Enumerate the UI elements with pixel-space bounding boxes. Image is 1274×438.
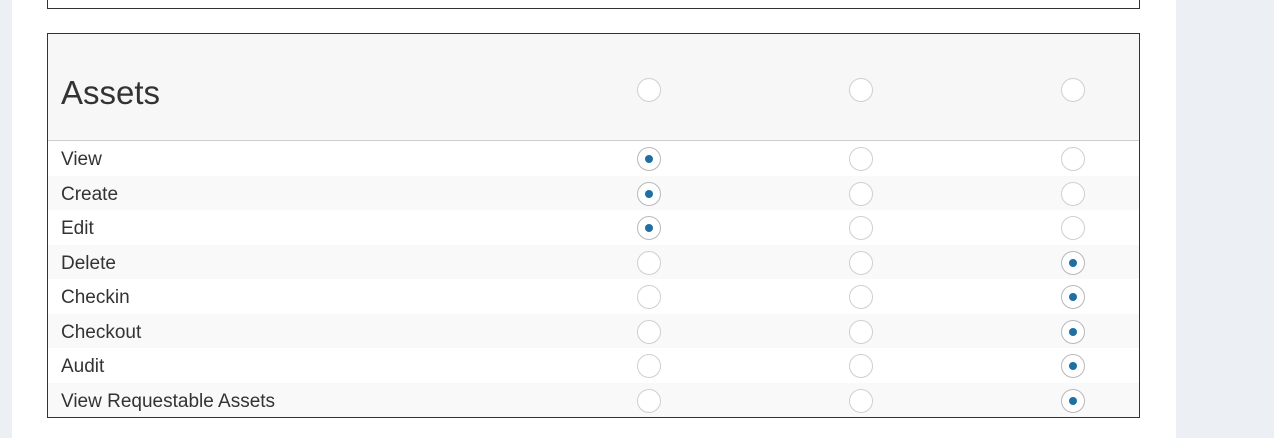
table-row: View Requestable Assets [48,382,1139,417]
radio-deny[interactable] [1061,285,1085,309]
permission-label: Audit [61,356,105,377]
table-row: Edit [48,210,1139,245]
radio-inherit[interactable] [849,216,873,240]
radio-deny[interactable] [1061,216,1085,240]
permission-label: Delete [61,252,116,274]
assets-permissions-table: Assets View Create Edit Delete Checkin Checko… [47,33,1140,418]
radio-deny[interactable] [1061,147,1085,171]
radio-inherit[interactable] [849,181,873,206]
previous-section-box [47,0,1140,9]
radio-inherit[interactable] [849,388,873,413]
permission-label: Checkin [61,287,130,308]
table-row: Create [48,175,1139,210]
radio-grant[interactable] [637,388,661,413]
section-title: Assets [61,74,161,111]
radio-deny[interactable] [1061,181,1085,206]
table-row: Checkout [48,313,1139,348]
header-radio-inherit[interactable] [849,78,873,102]
radio-inherit[interactable] [849,147,873,171]
radio-deny[interactable] [1061,250,1085,275]
table-header: Assets [48,34,1139,141]
radio-deny[interactable] [1061,319,1085,344]
radio-grant[interactable] [637,319,661,344]
permission-label: Checkout [61,321,142,343]
radio-grant[interactable] [637,181,661,206]
permission-label: View Requestable Assets [61,390,276,412]
permission-label: Create [61,183,119,205]
radio-grant[interactable] [637,250,661,275]
radio-grant[interactable] [637,216,661,240]
radio-grant[interactable] [637,354,661,378]
header-radio-grant[interactable] [637,78,661,102]
radio-deny[interactable] [1061,388,1085,413]
radio-grant[interactable] [637,285,661,309]
table-row: View [48,141,1139,176]
header-radio-deny[interactable] [1061,78,1085,102]
table-row: Checkin [48,279,1139,314]
radio-inherit[interactable] [849,250,873,275]
table-row: Audit [48,348,1139,383]
radio-inherit[interactable] [849,285,873,309]
radio-grant[interactable] [637,147,661,171]
radio-deny[interactable] [1061,354,1085,378]
table-row: Delete [48,244,1139,279]
radio-inherit[interactable] [849,319,873,344]
permission-rows: View Create Edit Delete Checkin Checkout Audit… [48,141,1139,417]
radio-inherit[interactable] [849,354,873,378]
permission-label: Edit [61,218,94,239]
permission-label: View [61,149,102,170]
